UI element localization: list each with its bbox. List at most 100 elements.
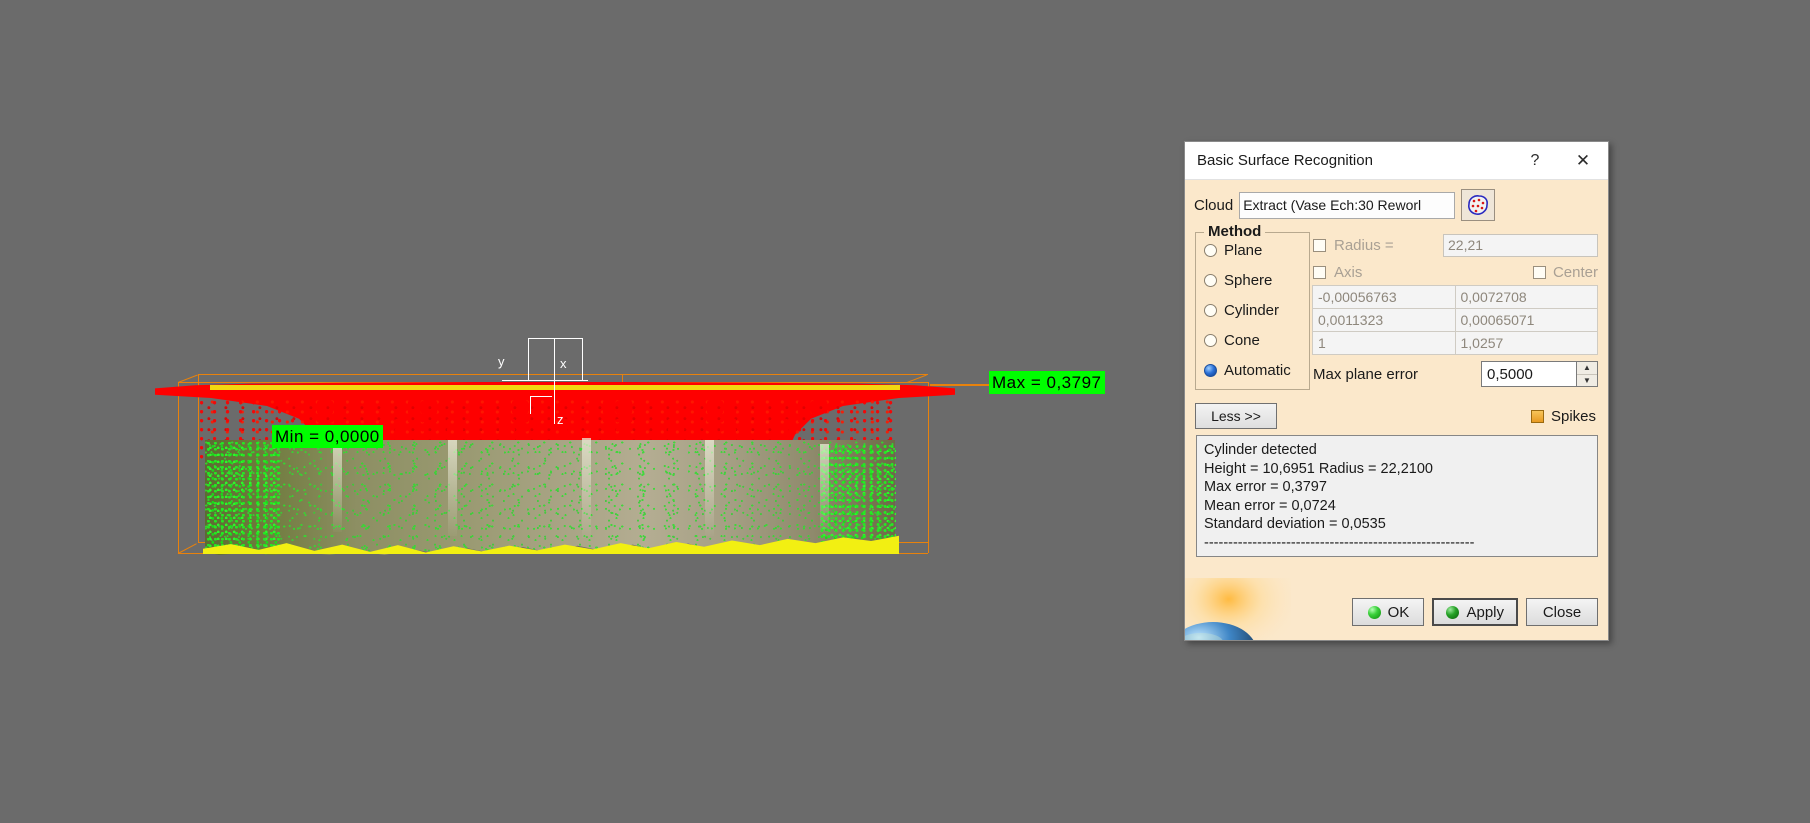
method-option-sphere[interactable]: Sphere: [1204, 267, 1309, 293]
results-output[interactable]: Cylinder detected Height = 10,6951 Radiu…: [1196, 435, 1598, 557]
cloud-rib: [333, 442, 342, 532]
app-root: y x z Min = 0,0000 Max = 0,3797 Basic Su…: [0, 0, 1810, 823]
spinner-buttons[interactable]: ▲ ▼: [1576, 361, 1598, 387]
axis-value-y[interactable]: 0,0011323: [1312, 308, 1456, 332]
method-option-cone[interactable]: Cone: [1204, 327, 1309, 353]
method-option-plane[interactable]: Plane: [1204, 237, 1309, 263]
dialog-title: Basic Surface Recognition: [1197, 152, 1373, 169]
center-checkbox[interactable]: [1532, 265, 1546, 279]
gizmo-edge: [530, 396, 531, 414]
center-group: Center: [1532, 263, 1598, 281]
close-button-label: Close: [1542, 603, 1582, 621]
axis-gizmo[interactable]: y x z: [498, 330, 590, 430]
gizmo-edge: [528, 338, 582, 339]
axis-value-z[interactable]: 1: [1312, 331, 1456, 355]
radio-automatic-icon[interactable]: [1204, 363, 1217, 377]
apply-button-label: Apply: [1466, 603, 1504, 621]
point-cloud-icon[interactable]: [1461, 189, 1496, 221]
cloud-rib: [705, 440, 714, 536]
radio-cone-icon[interactable]: [1204, 333, 1217, 347]
bbox-edge: [928, 382, 929, 553]
method-legend: Method: [1204, 223, 1266, 240]
method-label-cone: Cone: [1224, 331, 1260, 349]
max-plane-error-row: Max plane error 0,5000 ▲ ▼: [1313, 359, 1598, 389]
dialog-titlebar[interactable]: Basic Surface Recognition ? ✕: [1185, 142, 1608, 180]
spikes-checkbox[interactable]: [1530, 409, 1544, 423]
cloud-rib: [448, 440, 457, 536]
spinner-up-icon[interactable]: ▲: [1577, 362, 1597, 375]
axis-checkbox[interactable]: [1313, 265, 1326, 279]
method-label-cylinder: Cylinder: [1224, 301, 1280, 319]
point-cloud-lower-edge: [203, 528, 899, 554]
spinner-down-icon[interactable]: ▼: [1577, 375, 1597, 387]
point-cloud-glyph: [1468, 195, 1489, 215]
radius-label: Radius =: [1334, 236, 1394, 254]
cloud-rib: [582, 438, 591, 538]
result-line: Cylinder detected: [1204, 442, 1317, 458]
method-option-automatic[interactable]: Automatic: [1204, 357, 1309, 383]
cloud-selector-row: Cloud Extract (Vase Ech:30 Reworl: [1194, 189, 1496, 221]
gizmo-label-z: z: [557, 412, 564, 427]
radio-cylinder-icon[interactable]: [1204, 303, 1217, 317]
radius-row: Radius = 22,21: [1313, 232, 1598, 258]
method-label-automatic: Automatic: [1224, 361, 1291, 379]
spikes-group[interactable]: Spikes: [1530, 407, 1600, 425]
gizmo-edge: [582, 338, 583, 380]
close-button[interactable]: Close: [1526, 598, 1598, 626]
gizmo-label-y: y: [498, 354, 505, 369]
less-spikes-row: Less >> Spikes: [1195, 403, 1600, 429]
green-sphere-icon: [1446, 605, 1460, 619]
apply-button[interactable]: Apply: [1432, 598, 1518, 626]
center-value-z[interactable]: 1,0257: [1454, 331, 1598, 355]
axis-value-x[interactable]: -0,00056763: [1312, 285, 1456, 309]
gizmo-edge: [528, 338, 529, 380]
result-line: Standard deviation = 0,0535: [1204, 516, 1386, 533]
gizmo-edge: [554, 338, 555, 380]
max-value-label: Max = 0,3797: [989, 371, 1105, 395]
3d-viewport[interactable]: y x z Min = 0,0000 Max = 0,3797: [0, 0, 1180, 823]
max-plane-error-label: Max plane error: [1313, 365, 1419, 383]
radius-checkbox[interactable]: [1313, 238, 1326, 252]
center-value-y[interactable]: 0,00065071: [1454, 308, 1598, 332]
result-line: Max error = 0,3797: [1204, 479, 1327, 496]
radius-value-field[interactable]: 22,21: [1443, 233, 1598, 257]
dialog-body: Cloud Extract (Vase Ech:30 Reworl Method…: [1185, 180, 1608, 640]
close-icon[interactable]: ✕: [1562, 142, 1604, 180]
help-icon[interactable]: ?: [1514, 142, 1556, 180]
result-line: Height = 10,6951 Radius = 22,2100: [1204, 460, 1433, 477]
ok-button[interactable]: OK: [1352, 598, 1425, 626]
green-sphere-icon: [1367, 605, 1381, 619]
gizmo-label-x: x: [560, 356, 567, 371]
max-plane-error-stepper[interactable]: 0,5000 ▲ ▼: [1481, 361, 1598, 387]
basic-surface-recognition-dialog[interactable]: Basic Surface Recognition ? ✕ Cloud Extr…: [1184, 141, 1609, 641]
radio-sphere-icon[interactable]: [1204, 273, 1217, 287]
result-line: ----------------------------------------…: [1204, 534, 1475, 551]
max-plane-error-input[interactable]: 0,5000: [1481, 361, 1576, 387]
cloud-input[interactable]: Extract (Vase Ech:30 Reworl: [1239, 191, 1456, 219]
result-line: Mean error = 0,0724: [1204, 497, 1336, 514]
center-label: Center: [1552, 263, 1598, 281]
gizmo-axis-z: [554, 380, 555, 424]
parameter-panel: Radius = 22,21 Axis Center -0,00056763 0…: [1312, 232, 1598, 389]
method-label-plane: Plane: [1224, 241, 1263, 259]
planet-watermark-icon: [1185, 578, 1291, 640]
ok-button-label: OK: [1387, 603, 1410, 621]
cloud-label: Cloud: [1194, 196, 1234, 214]
bbox-edge: [198, 374, 199, 542]
axis-center-row: Axis Center: [1313, 258, 1598, 286]
bbox-edge: [178, 382, 179, 553]
radio-plane-icon[interactable]: [1204, 243, 1217, 257]
dialog-button-row: OK Apply Close: [1352, 598, 1598, 626]
max-leader-line: [930, 384, 992, 386]
method-label-sphere: Sphere: [1224, 271, 1273, 289]
method-group: Method Plane Sphere Cylinder Cone Automa…: [1195, 223, 1310, 390]
center-value-x[interactable]: 0,0072708: [1454, 285, 1598, 309]
spikes-label: Spikes: [1550, 407, 1596, 425]
less-button[interactable]: Less >>: [1195, 403, 1277, 429]
gizmo-axis-x: [502, 380, 588, 381]
min-value-label: Min = 0,0000: [272, 425, 383, 449]
axis-center-value-grid: -0,00056763 0,0072708 0,0011323 0,000650…: [1312, 285, 1598, 355]
method-option-cylinder[interactable]: Cylinder: [1204, 297, 1309, 323]
gizmo-edge: [530, 396, 552, 397]
axis-label: Axis: [1334, 263, 1363, 281]
